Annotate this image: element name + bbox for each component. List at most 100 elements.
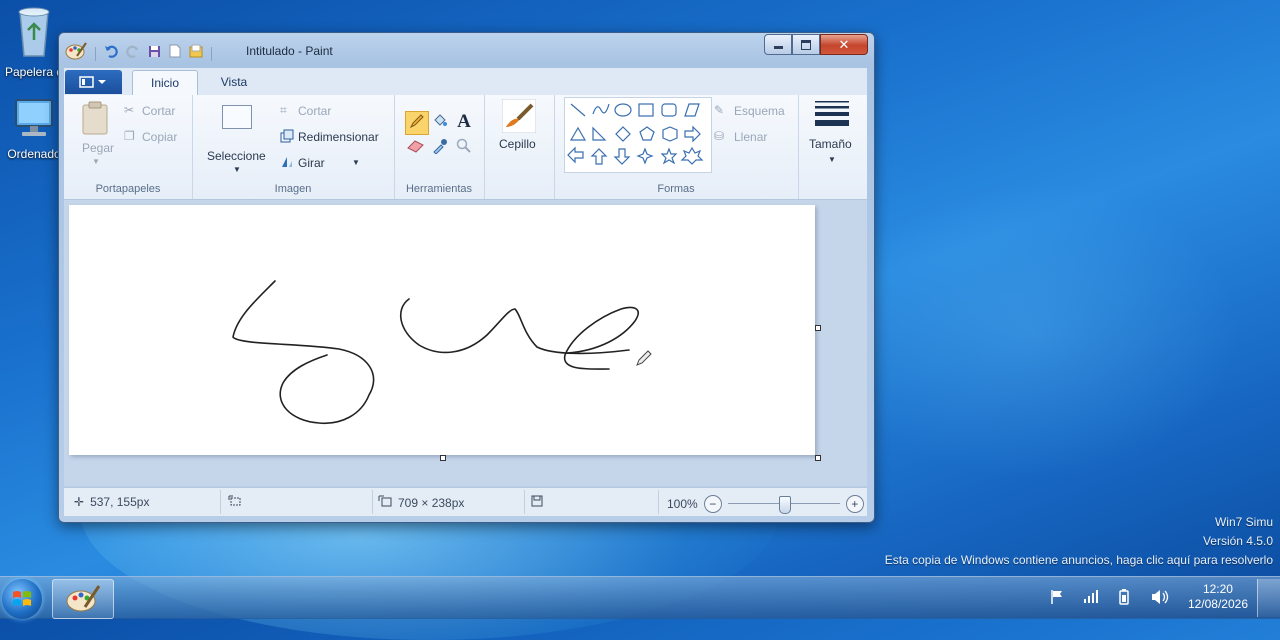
group-label-portapapeles: Portapapeles (95, 183, 161, 195)
volume-icon[interactable] (1150, 588, 1170, 611)
brush-button[interactable]: Cepillo (492, 98, 548, 159)
resize-handle-bottom[interactable] (440, 455, 446, 461)
zoom-slider-thumb[interactable] (778, 496, 791, 514)
qat-divider (211, 46, 212, 61)
magnifier-tool-button[interactable] (453, 137, 475, 159)
crop-icon: ⌗ (280, 103, 287, 117)
paint-app-icon[interactable] (65, 41, 87, 66)
show-desktop-button[interactable] (1257, 579, 1280, 617)
clipboard-icon (80, 101, 114, 140)
paste-button[interactable]: Pegar ▼ (80, 101, 115, 166)
status-divider (524, 490, 525, 514)
group-label-formas: Formas (657, 183, 695, 195)
ribbon: Pegar ▼ ✂ Cortar ❐ Copiar Portapapeles S… (64, 95, 867, 200)
quick-access-toolbar (65, 41, 212, 66)
rotate-dropdown-arrow-icon: ▼ (352, 158, 360, 167)
eraser-icon (407, 139, 425, 158)
size-button[interactable]: Tamaño ▼ (806, 99, 862, 171)
resize-handle-corner[interactable] (815, 455, 821, 461)
maximize-button[interactable] (792, 34, 820, 55)
taskbar-paint-button[interactable] (52, 579, 114, 619)
paint-bucket-icon (432, 112, 448, 133)
start-button[interactable] (2, 579, 42, 619)
canvas-size-value: 709 × 238px (398, 495, 465, 510)
status-divider (658, 490, 659, 514)
minimize-icon (773, 46, 783, 49)
status-divider (372, 490, 373, 514)
status-bar: ✛ 537, 155px 709 × 238px 100% − + (64, 487, 867, 516)
select-label: Seleccione (207, 149, 266, 163)
group-portapapeles: Pegar ▼ ✂ Cortar ❐ Copiar Portapapeles (64, 95, 193, 199)
system-clock[interactable]: 12:20 12/08/2026 (1188, 582, 1248, 612)
paste-label: Pegar (82, 141, 115, 155)
pencil-icon (409, 113, 425, 134)
zoom-slider[interactable] (727, 496, 840, 514)
battery-icon[interactable] (1118, 588, 1130, 611)
disk-icon (531, 495, 543, 510)
zoom-out-button[interactable]: − (703, 495, 722, 513)
fill-tool-button[interactable] (429, 111, 451, 133)
minimize-button[interactable] (764, 34, 792, 55)
canvas-size-icon (378, 495, 392, 510)
status-divider (220, 490, 221, 514)
file-size (531, 495, 543, 510)
resize-handle-right[interactable] (815, 325, 821, 331)
shapes-gallery[interactable] (564, 97, 712, 173)
file-menu-button[interactable] (65, 70, 122, 94)
rotate-icon (280, 155, 294, 172)
title-bar[interactable]: Intitulado - Paint ✕ (59, 33, 874, 67)
paint-app-icon (66, 585, 101, 612)
new-document-icon[interactable] (169, 44, 181, 63)
canvas-area (64, 200, 867, 486)
paint-window: Intitulado - Paint ✕ Inicio Vista Pegar … (58, 32, 875, 523)
cursor-position-value: 537, 155px (90, 495, 150, 509)
fill-icon: ⛁ (714, 129, 725, 143)
zoom-controls: 100% − + (667, 495, 864, 514)
eraser-tool-button[interactable] (405, 137, 427, 159)
window-title: Intitulado - Paint (246, 44, 333, 58)
scissors-icon: ✂ (124, 103, 135, 117)
undo-icon[interactable] (104, 44, 118, 63)
zoom-in-button[interactable]: + (845, 495, 864, 513)
text-icon: A (457, 111, 471, 132)
text-tool-button[interactable]: A (453, 111, 475, 133)
rotate-label: Girar (298, 156, 325, 170)
desktop-wallpaper-glow-right (820, 180, 1240, 480)
pencil-tool-button[interactable] (405, 111, 429, 135)
select-button[interactable]: Seleccione ▼ (204, 101, 272, 174)
group-brush: Cepillo (484, 95, 555, 199)
size-label: Tamaño (809, 137, 852, 151)
canvas-size: 709 × 238px (378, 495, 464, 510)
cut-label: Cortar (142, 104, 176, 118)
group-size: Tamaño ▼ (798, 95, 866, 199)
freehand-drawing (232, 280, 639, 425)
watermark-line-3[interactable]: Esta copia de Windows contiene anuncios,… (885, 553, 1273, 567)
selection-rectangle-icon (222, 105, 252, 129)
watermark-line-2: Versión 4.5.0 (1202, 534, 1273, 548)
copy-icon: ❐ (124, 129, 135, 143)
group-formas: ✎ Esquema ⛁ Llenar Formas (554, 95, 799, 199)
magnifier-icon (456, 138, 472, 159)
close-button[interactable]: ✕ (820, 34, 868, 55)
cursor-position: ✛ 537, 155px (74, 495, 149, 509)
open-folder-icon[interactable] (189, 44, 203, 63)
outline-icon: ✎ (714, 103, 725, 117)
redo-icon[interactable] (126, 44, 140, 63)
zoom-value: 100% (667, 497, 698, 511)
move-cursor-icon: ✛ (74, 495, 85, 509)
windows-logo-icon (13, 591, 31, 606)
group-herramientas: A Herramientas (394, 95, 485, 199)
drawing-canvas[interactable] (69, 205, 815, 455)
color-picker-tool-button[interactable] (429, 137, 451, 159)
tab-inicio[interactable]: Inicio (132, 70, 198, 95)
watermark-line-1: Win7 Simu (1214, 515, 1273, 529)
clock-time: 12:20 (1202, 582, 1233, 596)
resize-label: Redimensionar (298, 130, 379, 144)
size-dropdown-arrow-icon: ▼ (828, 155, 836, 164)
tab-vista[interactable]: Vista (204, 70, 264, 94)
clock-date: 12/08/2026 (1187, 597, 1248, 611)
shapes-gallery-icons (567, 103, 704, 165)
action-center-flag-icon[interactable] (1048, 588, 1066, 611)
save-icon[interactable] (148, 45, 161, 63)
network-signal-icon[interactable] (1083, 588, 1101, 609)
